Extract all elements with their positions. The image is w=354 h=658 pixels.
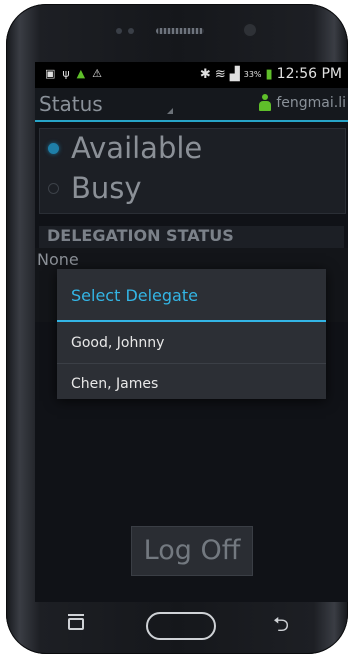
- radio-unselected-icon[interactable]: [48, 182, 59, 194]
- sensor-dot: [128, 28, 134, 34]
- phone-frame: ▣ ψ ▲ ⚠ ✱ ≋ ▟ 33% ▮ 12:56 PM Status feng…: [6, 4, 348, 654]
- battery-icon: ▮: [265, 66, 273, 82]
- wifi-icon: ≋: [214, 66, 226, 82]
- delegation-status-header: DELEGATION STATUS: [39, 226, 344, 248]
- home-icon[interactable]: [146, 612, 216, 640]
- status-option-busy[interactable]: Busy: [48, 171, 142, 205]
- status-bar: ▣ ψ ▲ ⚠ ✱ ≋ ▟ 33% ▮ 12:56 PM: [35, 62, 348, 88]
- action-bar: Status fengmai.li: [35, 88, 348, 122]
- person-icon: [258, 94, 272, 112]
- status-radio-group: Available Busy: [39, 128, 346, 214]
- dialog-title: Select Delegate: [71, 286, 198, 305]
- dropdown-caret-icon[interactable]: [167, 108, 173, 114]
- status-option-available[interactable]: Available: [48, 131, 202, 165]
- delegation-status-value: None: [37, 250, 79, 269]
- signal-icon: ▟: [229, 66, 240, 82]
- dialog-divider: [57, 320, 326, 322]
- user-badge[interactable]: fengmai.li: [258, 94, 346, 112]
- clock: 12:56 PM: [276, 66, 342, 82]
- screen: ▣ ψ ▲ ⚠ ✱ ≋ ▟ 33% ▮ 12:56 PM Status feng…: [35, 62, 348, 602]
- delegate-option[interactable]: Chen, James: [57, 364, 326, 404]
- system-icons: ✱ ≋ ▟ 33% ▮ 12:56 PM: [200, 66, 342, 82]
- earpiece-speaker: [156, 28, 204, 34]
- radio-selected-icon[interactable]: [48, 142, 59, 154]
- bluetooth-icon: ✱: [199, 66, 211, 82]
- message-icon: ▣: [45, 67, 56, 80]
- username: fengmai.li: [276, 95, 346, 111]
- page-title: Status: [39, 92, 103, 116]
- status-option-label: Busy: [71, 171, 142, 205]
- front-camera: [244, 24, 256, 36]
- notification-icon: ▲: [76, 67, 86, 80]
- warning-icon: ⚠: [92, 67, 103, 80]
- sensor-dot: [116, 28, 122, 34]
- log-off-button[interactable]: Log Off: [131, 526, 253, 576]
- navigation-bar: ⮌: [18, 604, 336, 648]
- status-option-label: Available: [71, 131, 203, 165]
- back-icon[interactable]: ⮌: [273, 614, 295, 634]
- recent-apps-icon[interactable]: [68, 614, 84, 630]
- delegate-option[interactable]: Good, Johnny: [57, 323, 326, 363]
- usb-icon: ψ: [62, 67, 70, 80]
- battery-percent: 33%: [243, 69, 262, 79]
- notification-icons: ▣ ψ ▲ ⚠: [45, 67, 102, 80]
- select-delegate-dialog: Select Delegate Good, Johnny Chen, James: [57, 269, 326, 399]
